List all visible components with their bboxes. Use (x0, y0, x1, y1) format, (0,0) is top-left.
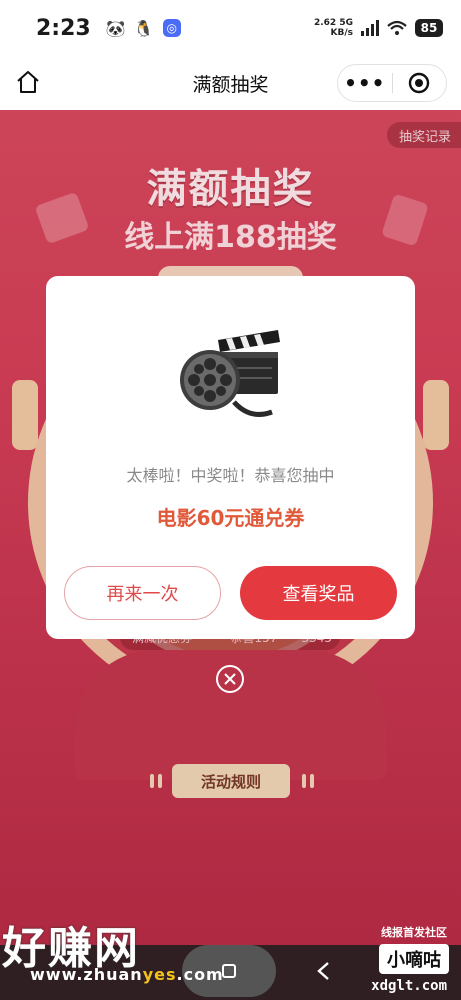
baidu-app-icon: 🐼 (105, 18, 126, 38)
net-speed-value: 2.62 (313, 18, 337, 28)
wifi-icon (387, 20, 407, 35)
prize-modal: 太棒啦！中奖啦！恭喜您抽中 电影60元通兑券 再来一次 查看奖品 (46, 276, 415, 639)
view-prize-button[interactable]: 查看奖品 (240, 566, 397, 620)
nav-bar: 满额抽奖 ••• (0, 56, 461, 110)
watermark-url-prefix: www.zhuan (30, 965, 143, 984)
net-speed: 2.62 5G KB/s (314, 18, 353, 38)
network-type: 5G (339, 18, 353, 28)
battery-indicator: 85 (415, 19, 443, 37)
modal-close-button[interactable] (216, 665, 244, 693)
prize-name: 电影60元通兑券 (156, 506, 305, 530)
more-menu-button[interactable]: ••• (338, 71, 392, 95)
net-speed-unit: KB/s (330, 28, 353, 38)
watermark-domain: xdglt.com (371, 978, 447, 994)
watermark-url: www.zhuanyes.com (30, 965, 224, 984)
watermark-tagline: 线报首发社区 (381, 926, 447, 939)
film-reel-icon (180, 330, 280, 417)
status-app-icons: 🐼 🐧 ◎ (105, 18, 181, 38)
miniapp-capsule: ••• (337, 64, 447, 102)
watermark-url-highlight: yes (142, 965, 177, 984)
target-icon (409, 72, 430, 94)
watermark-url-suffix: .com (176, 965, 224, 984)
draw-again-button[interactable]: 再来一次 (64, 566, 221, 620)
status-time: 2:23 (36, 15, 91, 41)
close-miniapp-button[interactable] (393, 72, 447, 94)
watermark-brand: 小嘀咕 (379, 944, 449, 974)
signal-icon (361, 20, 379, 36)
back-icon[interactable] (314, 960, 334, 982)
square-icon (222, 964, 236, 978)
status-bar: 2:23 🐼 🐧 ◎ 2.62 5G KB/s 85 (0, 0, 461, 56)
qq-app-icon: 🐧 (133, 18, 154, 38)
status-indicators: 2.62 5G KB/s 85 (314, 18, 443, 38)
close-icon (224, 673, 236, 685)
win-message: 太棒啦！中奖啦！恭喜您抽中 (126, 466, 335, 485)
browser-app-icon: ◎ (162, 19, 181, 37)
